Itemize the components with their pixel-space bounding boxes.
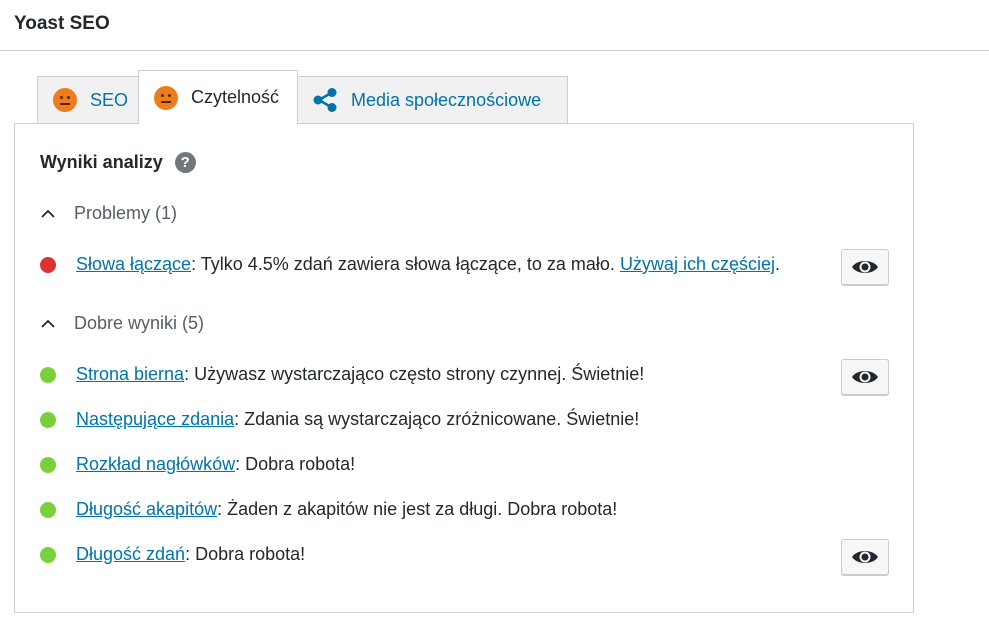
result-text: : Dobra robota! — [235, 454, 356, 474]
eye-icon — [852, 371, 878, 383]
readability-panel: Wyniki analizy ? Problemy (1) Słowa łącz… — [14, 123, 914, 613]
good-results-title: Dobre wyniki (5) — [74, 313, 205, 333]
list-item: Długość zdań : Dobra robota! — [40, 544, 305, 565]
tab-readability[interactable]: Czytelność — [138, 70, 298, 125]
result-text: : Dobra robota! — [185, 544, 306, 564]
result-text: : Używasz wystarczająco często strony cz… — [184, 364, 645, 384]
green-status-dot-icon — [40, 366, 56, 383]
analysis-heading: Wyniki analizy ? — [40, 152, 196, 173]
chevron-up-icon — [41, 319, 55, 328]
result-text: : Zdania są wystarczająco zróżnicowane. … — [234, 409, 640, 429]
tab-social-media-label: Media społecznościowe — [351, 89, 542, 110]
highlight-eye-button[interactable] — [841, 249, 889, 285]
analysis-heading-text: Wyniki analizy — [40, 152, 163, 172]
neutral-face-icon — [154, 85, 178, 110]
highlight-eye-button[interactable] — [841, 539, 889, 575]
eye-icon — [852, 551, 878, 563]
problems-toggle[interactable]: Problemy (1) — [40, 203, 177, 224]
green-status-dot-icon — [40, 411, 56, 428]
green-status-dot-icon — [40, 546, 56, 563]
result-text-end: . — [774, 254, 780, 274]
question-mark-icon[interactable]: ? — [174, 152, 196, 173]
result-link[interactable]: Słowa łączące — [76, 254, 191, 275]
result-link[interactable]: Rozkład nagłówków — [76, 454, 235, 475]
list-item: Rozkład nagłówków : Dobra robota! — [40, 454, 355, 475]
highlight-eye-button[interactable] — [841, 359, 889, 395]
list-item: Następujące zdania : Zdania są wystarcza… — [40, 409, 639, 430]
tab-readability-label: Czytelność — [191, 87, 280, 107]
result-help-link[interactable]: Używaj ich częściej — [620, 254, 775, 275]
chevron-up-icon — [41, 209, 55, 218]
result-link[interactable]: Długość akapitów — [76, 499, 217, 520]
eye-icon — [852, 261, 878, 273]
tab-social-media[interactable]: Media społecznościowe — [297, 76, 568, 124]
result-link[interactable]: Długość zdań — [76, 544, 185, 565]
result-text: : Żaden z akapitów nie jest za długi. Do… — [217, 499, 618, 519]
list-item: Słowa łączące : Tylko 4.5% zdań zawiera … — [40, 254, 780, 275]
green-status-dot-icon — [40, 501, 56, 518]
share-icon — [313, 88, 337, 112]
green-status-dot-icon — [40, 456, 56, 473]
problems-title: Problemy (1) — [74, 203, 178, 223]
list-item: Długość akapitów : Żaden z akapitów nie … — [40, 499, 617, 520]
red-status-dot-icon — [40, 256, 56, 273]
result-link[interactable]: Następujące zdania — [76, 409, 234, 430]
neutral-face-icon — [53, 88, 77, 112]
panel-header: Yoast SEO — [0, 0, 989, 51]
tab-seo-label: SEO — [90, 89, 129, 110]
result-text: : Tylko 4.5% zdań zawiera słowa łączące,… — [191, 254, 620, 274]
panel-title: Yoast SEO — [14, 13, 110, 34]
tab-seo[interactable]: SEO — [37, 76, 139, 124]
good-results-toggle[interactable]: Dobre wyniki (5) — [40, 313, 204, 334]
list-item: Strona bierna : Używasz wystarczająco cz… — [40, 364, 644, 385]
result-link[interactable]: Strona bierna — [76, 364, 184, 385]
